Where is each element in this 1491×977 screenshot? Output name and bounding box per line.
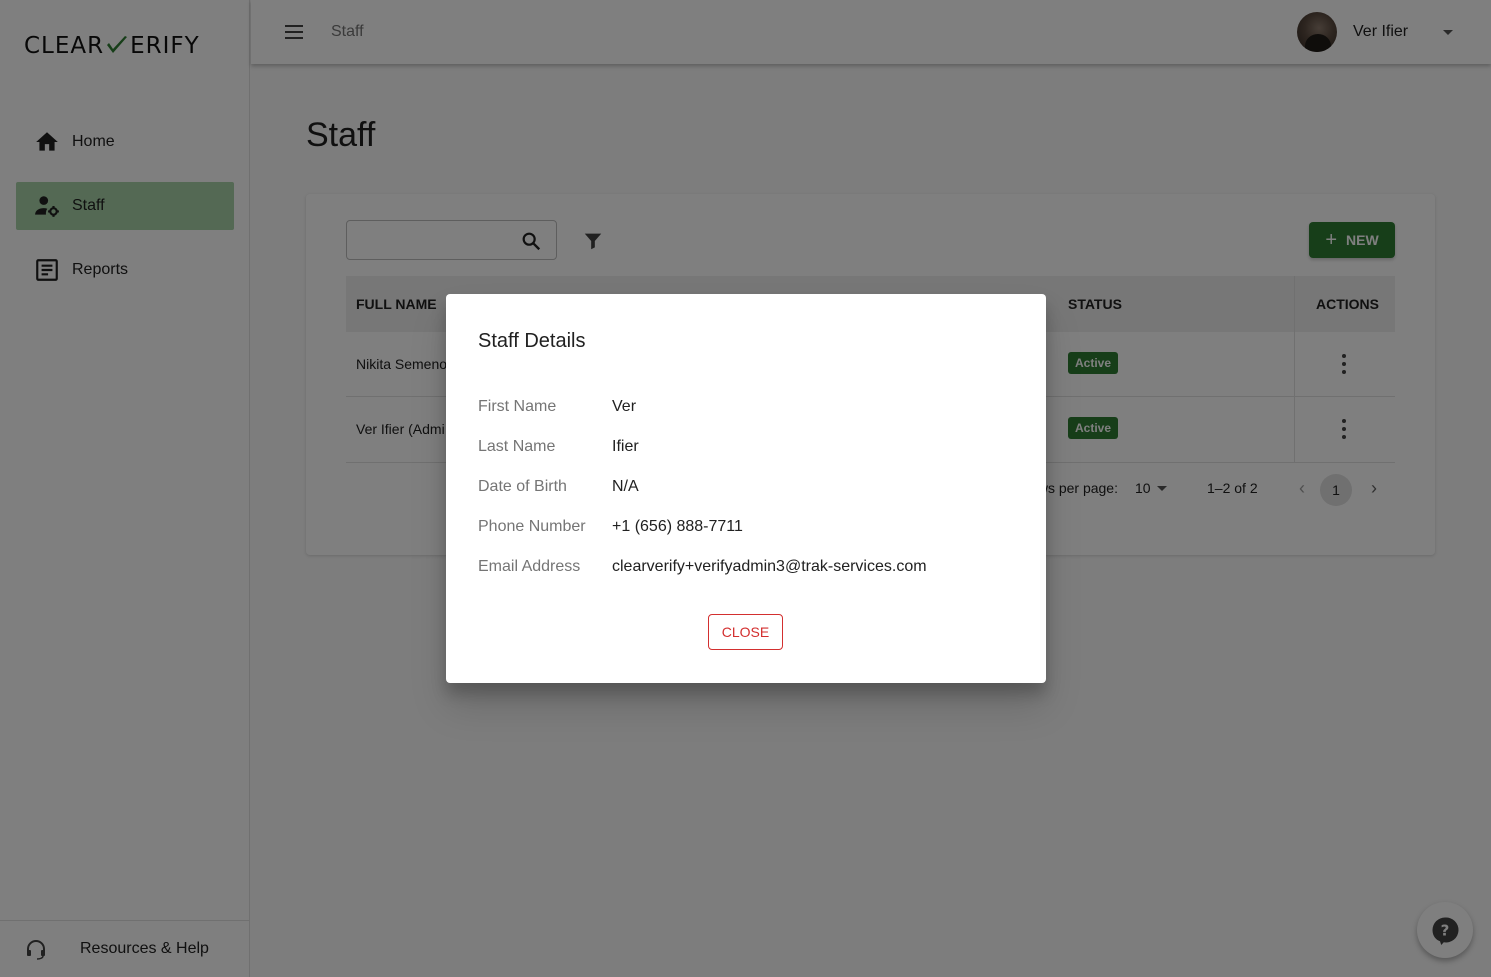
detail-label: Last Name [478, 438, 556, 455]
detail-label: Phone Number [478, 518, 586, 535]
detail-row-date-of-birth: Date of Birth N/A [478, 478, 927, 518]
detail-value: +1 (656) 888-7711 [612, 518, 743, 535]
detail-value: clearverify+verifyadmin3@trak-services.c… [612, 558, 927, 575]
close-button[interactable]: CLOSE [708, 614, 783, 650]
staff-details-dialog: Staff Details First Name Ver Last Name I… [446, 294, 1046, 683]
detail-value: N/A [612, 478, 639, 495]
detail-label: Email Address [478, 558, 581, 575]
detail-row-first-name: First Name Ver [478, 398, 927, 438]
detail-row-email-address: Email Address clearverify+verifyadmin3@t… [478, 558, 927, 598]
detail-label: First Name [478, 398, 557, 415]
detail-row-last-name: Last Name Ifier [478, 438, 927, 478]
detail-row-phone-number: Phone Number +1 (656) 888-7711 [478, 518, 927, 558]
detail-value: Ver [612, 398, 637, 415]
detail-label: Date of Birth [478, 478, 567, 495]
details-list: First Name Ver Last Name Ifier Date of B… [478, 398, 927, 598]
detail-value: Ifier [612, 438, 639, 455]
dialog-title: Staff Details [478, 330, 586, 352]
